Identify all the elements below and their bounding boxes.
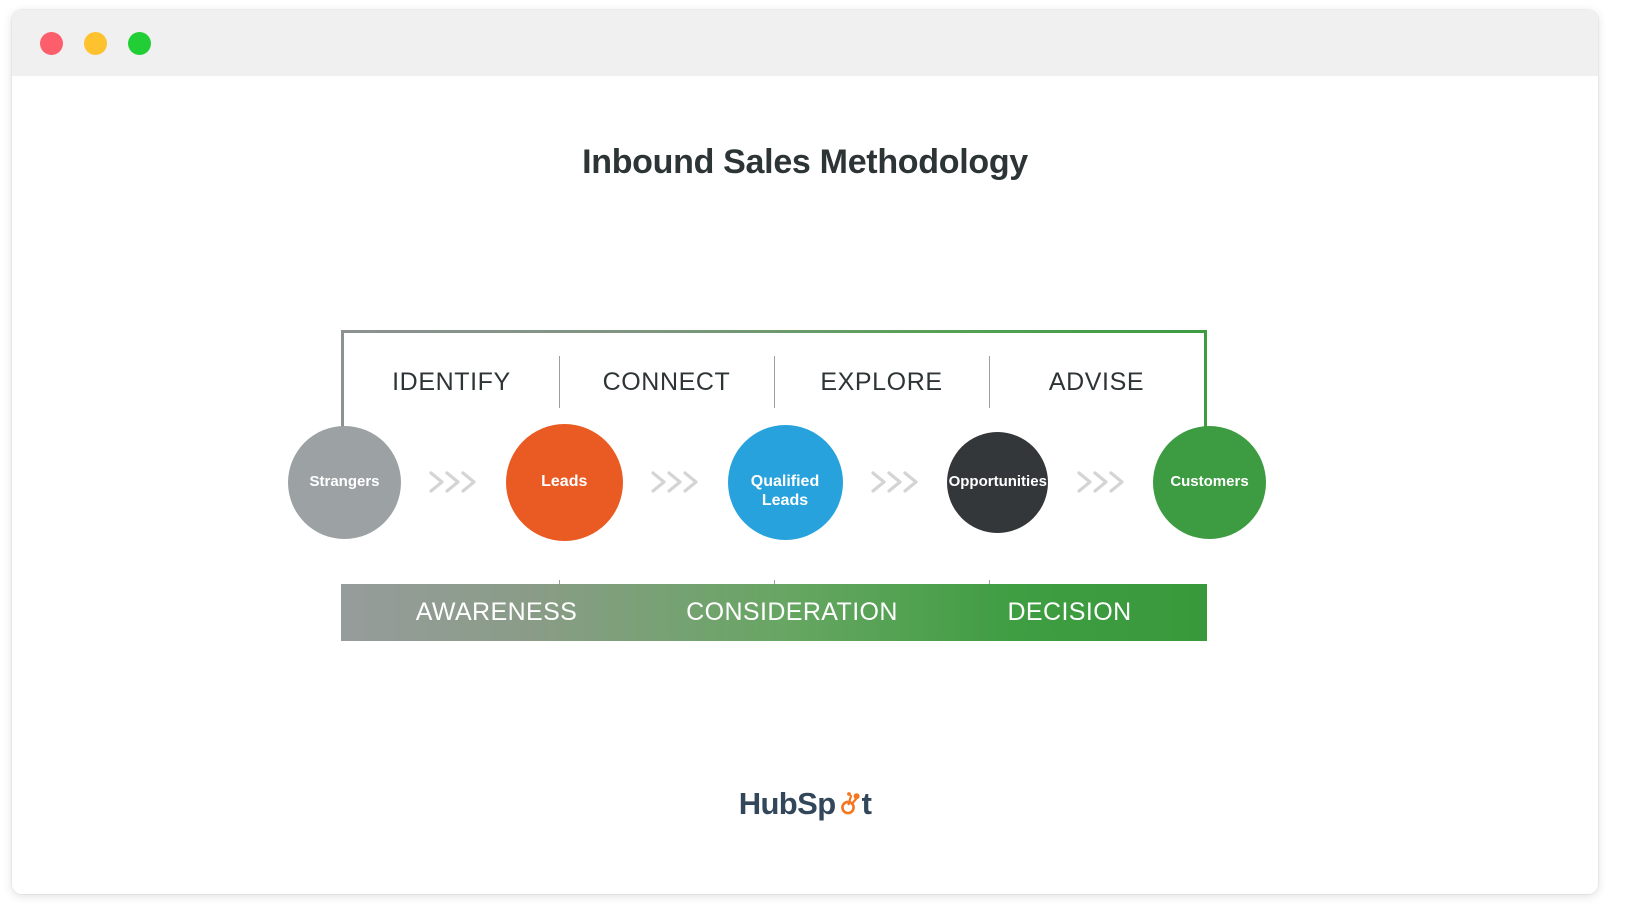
- node-leads: Leads: [505, 423, 623, 541]
- phase-consideration-label: CONSIDERATION: [686, 598, 898, 626]
- page-content: Inbound Sales Methodology IDENTIFY CONNE…: [12, 76, 1598, 894]
- footer-brand: HubSp t: [12, 786, 1598, 822]
- stage-identify-label: IDENTIFY: [392, 367, 511, 396]
- node-qualified-leads-label-line2: Leads: [761, 492, 809, 510]
- screen-root: Inbound Sales Methodology IDENTIFY CONNE…: [0, 0, 1628, 916]
- close-button-icon[interactable]: [40, 32, 63, 55]
- app-window: Inbound Sales Methodology IDENTIFY CONNE…: [12, 10, 1598, 894]
- inbound-sales-methodology-diagram: IDENTIFY CONNECT EXPLORE ADVISE Stranger…: [288, 330, 1266, 644]
- stage-label-row: IDENTIFY CONNECT EXPLORE ADVISE: [344, 350, 1204, 414]
- hubspot-logo-text-suffix: t: [861, 786, 872, 821]
- stage-advise-label: ADVISE: [1048, 367, 1145, 396]
- chevron-triple-right-icon-2: [649, 468, 701, 496]
- node-strangers: Strangers: [288, 425, 401, 539]
- phase-awareness-label: AWARENESS: [415, 598, 578, 626]
- node-strangers-label: Strangers: [309, 473, 380, 490]
- hubspot-logo: HubSp t: [739, 786, 872, 822]
- node-opportunities-label: Opportunities: [948, 473, 1047, 490]
- phase-decision: DECISION: [932, 598, 1207, 627]
- stage-explore-label: EXPLORE: [820, 367, 943, 396]
- traffic-light-group: [40, 32, 151, 55]
- diagram-frame-top-border: [341, 330, 1207, 333]
- node-qualified-leads: Qualified Leads: [727, 424, 843, 540]
- chevron-triple-right-icon-3: [869, 468, 921, 496]
- node-customers: Customers: [1153, 425, 1266, 539]
- stage-explore: EXPLORE: [774, 350, 989, 414]
- chevron-triple-right-icon-4: [1075, 468, 1127, 496]
- phase-consideration: CONSIDERATION: [652, 598, 932, 627]
- hubspot-logo-text-prefix: HubSp: [738, 786, 836, 821]
- node-qualified-leads-label-line1: Qualified: [750, 473, 820, 491]
- chevron-triple-right-icon-1: [427, 468, 479, 496]
- stage-connect: CONNECT: [559, 350, 774, 414]
- hubspot-sprocket-icon: [836, 791, 862, 817]
- node-leads-label: Leads: [541, 473, 588, 491]
- stage-advise: ADVISE: [989, 350, 1204, 414]
- node-opportunities: Opportunities: [947, 431, 1049, 533]
- buyer-journey-phase-bar: AWARENESS CONSIDERATION DECISION: [341, 584, 1207, 641]
- stage-connect-label: CONNECT: [602, 367, 731, 396]
- funnel-node-row: Strangers Leads Qualified Leads Opportun…: [288, 422, 1266, 542]
- node-customers-label: Customers: [1170, 473, 1249, 490]
- minimize-button-icon[interactable]: [84, 32, 107, 55]
- stage-identify: IDENTIFY: [344, 350, 559, 414]
- page-title: Inbound Sales Methodology: [582, 143, 1028, 181]
- zoom-button-icon[interactable]: [128, 32, 151, 55]
- phase-awareness: AWARENESS: [341, 598, 652, 627]
- window-titlebar: [12, 10, 1598, 77]
- phase-decision-label: DECISION: [1007, 598, 1132, 626]
